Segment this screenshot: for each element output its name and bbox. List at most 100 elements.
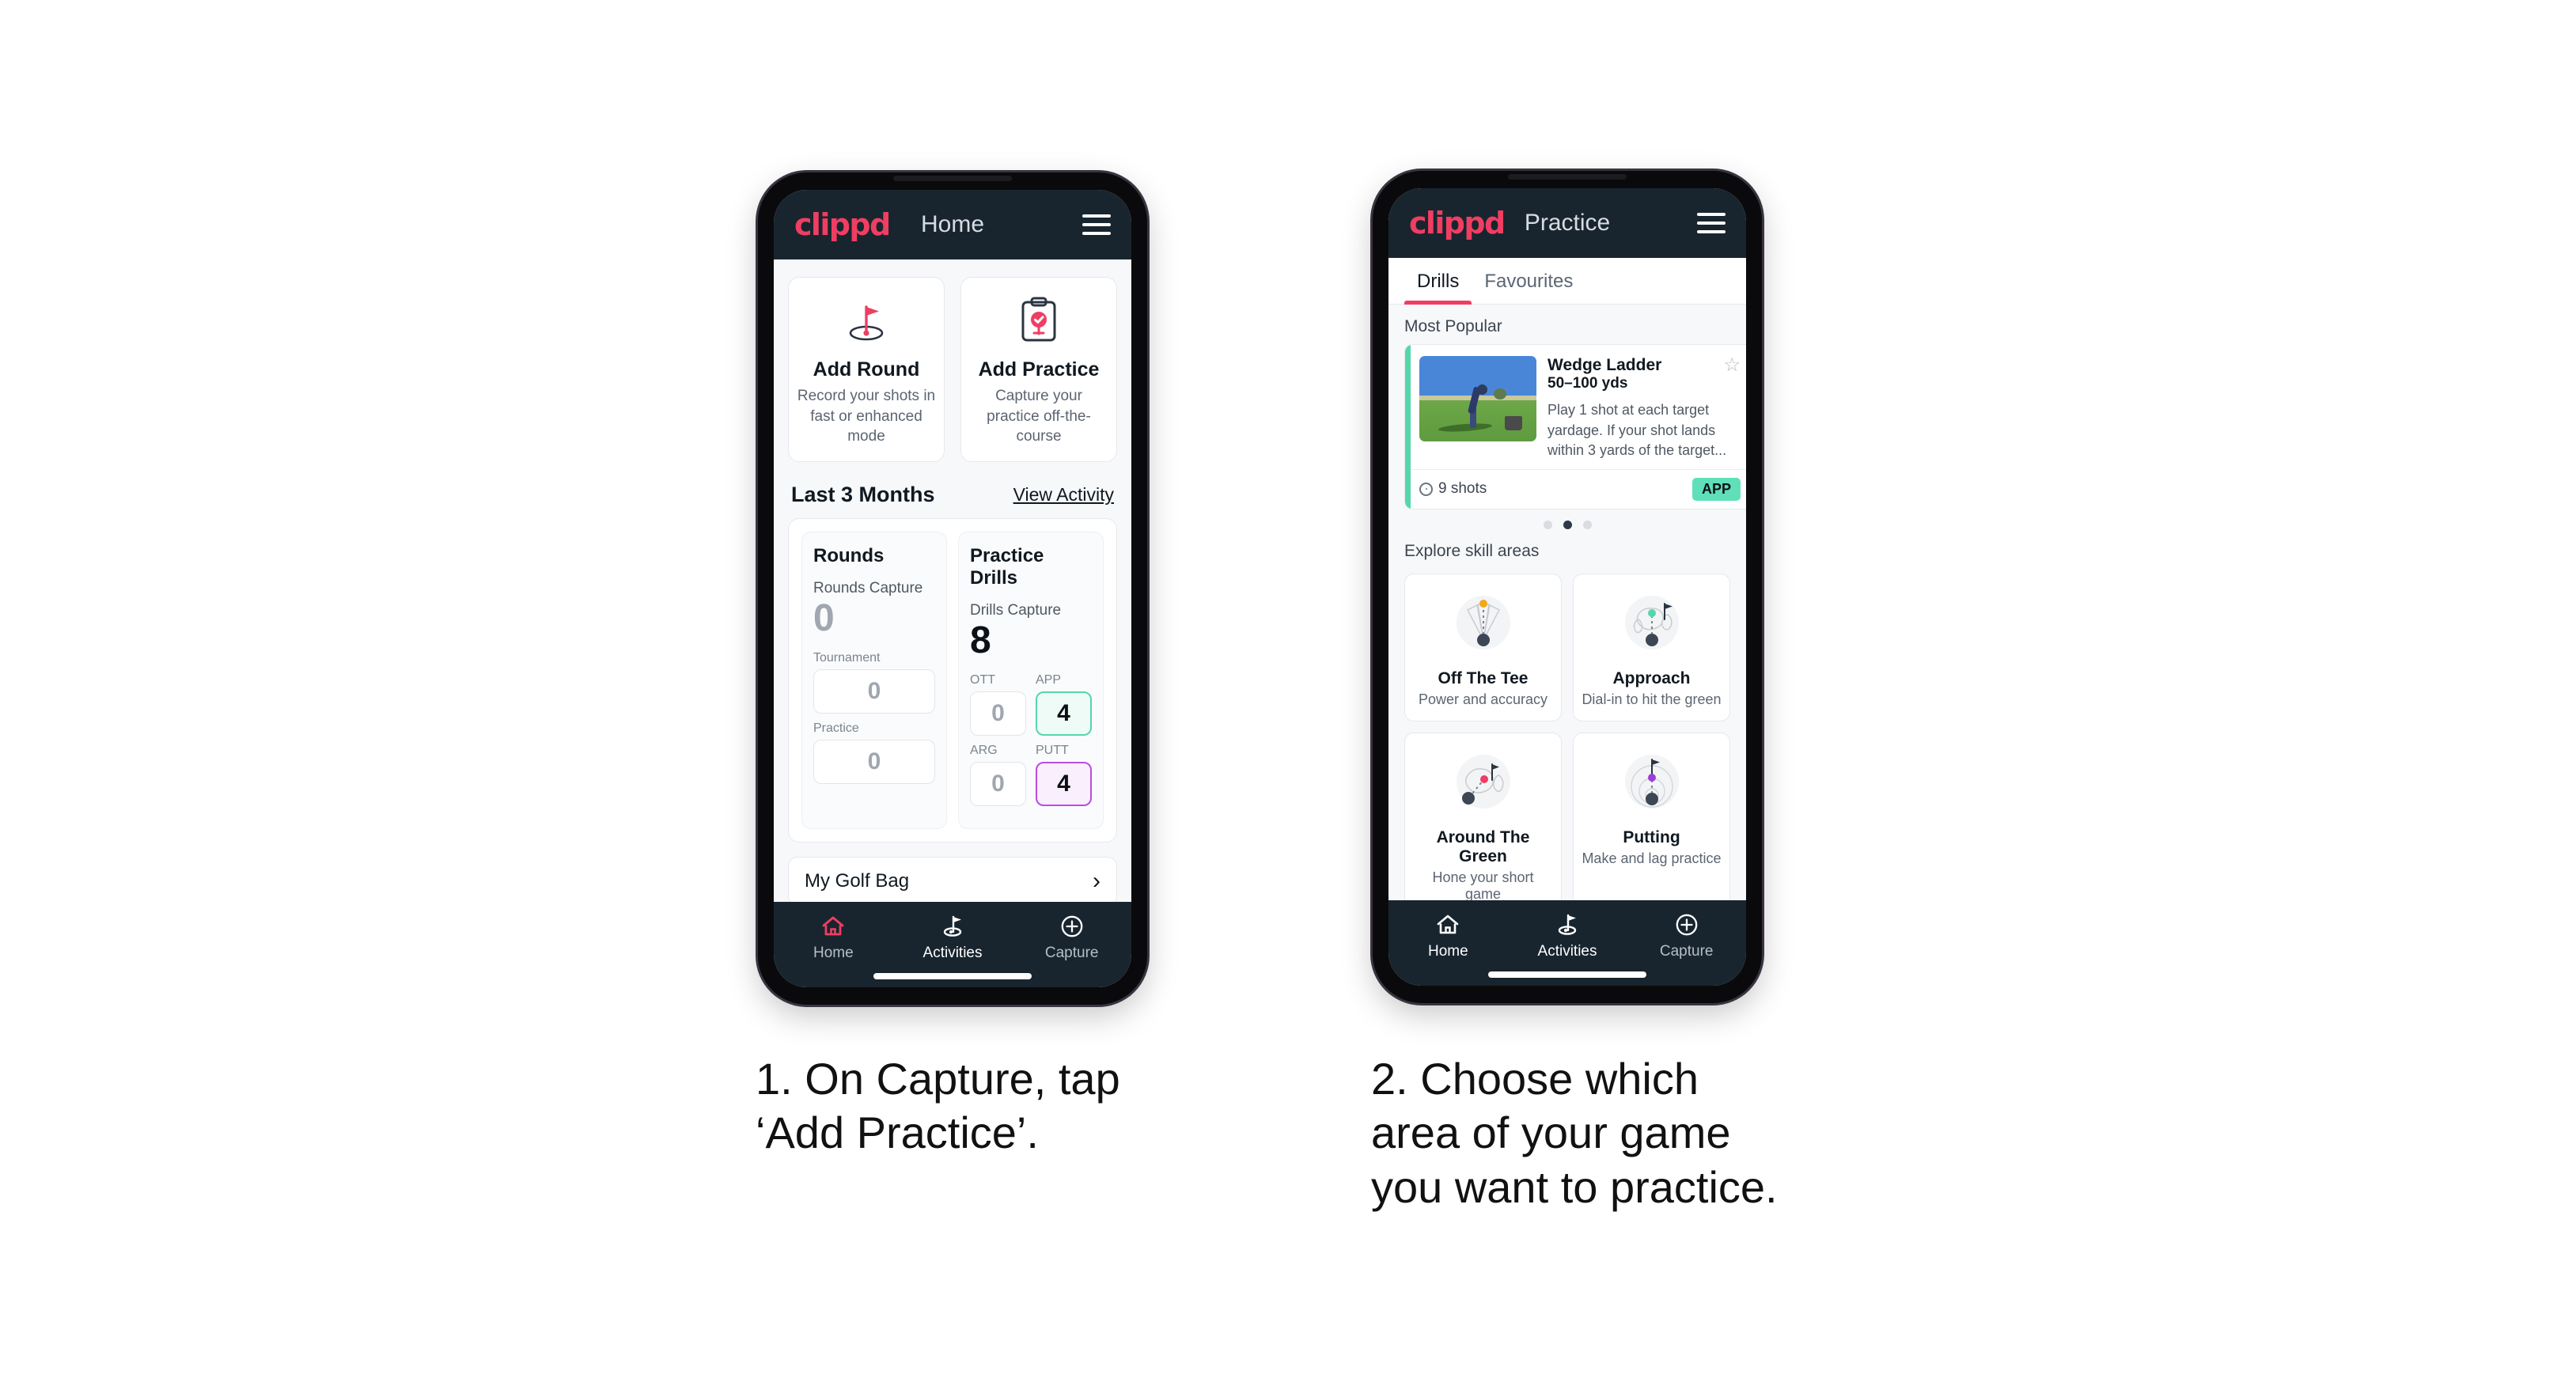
ott-value-box[interactable]: 0 bbox=[970, 691, 1026, 737]
tab-favourites[interactable]: Favourites bbox=[1472, 258, 1585, 304]
bottom-nav: Home Activities Capture bbox=[1388, 900, 1746, 986]
plus-circle-icon bbox=[1627, 911, 1746, 938]
drills-capture-value: 8 bbox=[970, 619, 991, 661]
drills-stat-column: Practice Drills Drills Capture 8 OTT 0 A… bbox=[958, 531, 1104, 830]
practice-scroll-area: Most Popular Wedge Ladder 50–100 yds ☆ P… bbox=[1388, 305, 1746, 900]
hamburger-icon[interactable] bbox=[1697, 213, 1726, 233]
rounds-mini-grid: Tournament 0 Practice 0 bbox=[813, 651, 935, 792]
most-popular-label: Most Popular bbox=[1404, 317, 1502, 335]
app-header: clippd Practice bbox=[1388, 188, 1746, 258]
nav-label-activities: Activities bbox=[1537, 943, 1597, 960]
drill-card-wedge-ladder[interactable]: Wedge Ladder 50–100 yds ☆ Play 1 shot at… bbox=[1404, 344, 1746, 509]
explore-skill-areas-label: Explore skill areas bbox=[1404, 541, 1540, 560]
drill-shots-count: 9 shots bbox=[1438, 480, 1487, 498]
home-icon bbox=[1388, 911, 1508, 938]
golf-flag-hole-icon bbox=[797, 293, 936, 349]
clippd-logo[interactable]: clippd bbox=[794, 207, 891, 242]
tab-drills[interactable]: Drills bbox=[1404, 258, 1472, 305]
app-header: clippd Home bbox=[774, 190, 1131, 259]
add-round-title: Add Round bbox=[813, 358, 920, 381]
putt-label: PUTT bbox=[1036, 744, 1069, 758]
drill-category-badge: APP bbox=[1691, 477, 1741, 501]
home-scroll-area: Add Round Record your shots in fast or e… bbox=[774, 259, 1131, 902]
tournament-label: Tournament bbox=[813, 651, 881, 665]
drill-name: Wedge Ladder bbox=[1547, 356, 1662, 374]
skill-title: Putting bbox=[1623, 827, 1680, 846]
add-practice-card[interactable]: Add Practice Capture your practice off-t… bbox=[960, 277, 1117, 462]
skill-subtitle: Make and lag practice bbox=[1582, 850, 1722, 866]
phone2-screen: clippd Practice Drills Favourites Most P… bbox=[1388, 188, 1746, 986]
my-golf-bag-row[interactable]: My Golf Bag › bbox=[788, 857, 1117, 902]
rounds-capture-label: Rounds Capture bbox=[813, 579, 923, 596]
practice-value-box[interactable]: 0 bbox=[813, 740, 935, 785]
putt-value-box[interactable]: 4 bbox=[1036, 762, 1092, 807]
skill-title: Off The Tee bbox=[1438, 668, 1529, 687]
add-practice-subtitle: Capture your practice off-the-course bbox=[987, 388, 1091, 445]
nav-item-activities[interactable]: Activities bbox=[893, 913, 1013, 962]
skill-card-putting[interactable]: Putting Make and lag practice bbox=[1573, 732, 1730, 900]
add-practice-title: Add Practice bbox=[978, 358, 1100, 381]
skill-subtitle: Dial-in to hit the green bbox=[1582, 691, 1722, 707]
rounds-stat-column: Rounds Rounds Capture 0 Tournament 0 Pra… bbox=[801, 531, 947, 830]
skill-subtitle: Hone your short game bbox=[1432, 869, 1534, 900]
skill-subtitle: Power and accuracy bbox=[1418, 691, 1548, 707]
caption-step-1: 1. On Capture, tap ‘Add Practice’. bbox=[756, 1054, 1120, 1158]
skill-areas-grid: Off The Tee Power and accuracy Approach … bbox=[1388, 569, 1746, 900]
view-activity-link[interactable]: View Activity bbox=[1013, 484, 1114, 506]
nav-item-home[interactable]: Home bbox=[1388, 911, 1508, 960]
skill-card-around-the-green[interactable]: Around The Green Hone your short game bbox=[1404, 732, 1562, 900]
drill-meta: Wedge Ladder 50–100 yds ☆ Play 1 shot at… bbox=[1547, 356, 1741, 461]
nav-label-home: Home bbox=[813, 945, 854, 961]
nav-item-home[interactable]: Home bbox=[774, 913, 893, 962]
drill-card-footer: 9 shots APP bbox=[1405, 468, 1746, 509]
arg-value-box[interactable]: 0 bbox=[970, 762, 1026, 807]
star-outline-icon[interactable]: ☆ bbox=[1723, 356, 1741, 375]
carousel-dot[interactable] bbox=[1543, 520, 1552, 529]
drills-mini-col-left: OTT 0 ARG 0 bbox=[970, 673, 1026, 814]
phone-speaker-slit bbox=[893, 176, 1012, 181]
skill-card-approach[interactable]: Approach Dial-in to hit the green bbox=[1573, 573, 1730, 721]
section-title: Last 3 Months bbox=[791, 482, 935, 506]
app-value-box[interactable]: 4 bbox=[1036, 691, 1092, 737]
stats-panel: Rounds Rounds Capture 0 Tournament 0 Pra… bbox=[788, 517, 1117, 843]
caption-step-2: 2. Choose which area of your game you wa… bbox=[1371, 1054, 1778, 1212]
plus-circle-icon bbox=[1012, 913, 1131, 940]
drill-yardage: 50–100 yds bbox=[1547, 375, 1628, 392]
drill-shots-row: 9 shots bbox=[1419, 480, 1487, 498]
off-the-tee-icon bbox=[1413, 587, 1553, 663]
nav-item-activities[interactable]: Activities bbox=[1508, 911, 1627, 960]
clipboard-check-icon bbox=[969, 293, 1108, 349]
drill-carousel[interactable]: Wedge Ladder 50–100 yds ☆ Play 1 shot at… bbox=[1388, 344, 1746, 509]
practice-label: Practice bbox=[813, 721, 859, 736]
hamburger-icon[interactable] bbox=[1082, 214, 1111, 235]
drills-capture-label: Drills Capture bbox=[970, 601, 1062, 619]
rounds-heading: Rounds bbox=[813, 544, 885, 566]
nav-item-capture[interactable]: Capture bbox=[1627, 911, 1746, 960]
drills-mini-grid: OTT 0 ARG 0 APP 4 PUTT 4 bbox=[970, 673, 1092, 814]
drill-card-top: Wedge Ladder 50–100 yds ☆ Play 1 shot at… bbox=[1405, 345, 1746, 469]
add-round-card[interactable]: Add Round Record your shots in fast or e… bbox=[788, 277, 945, 462]
section-header: Last 3 Months View Activity bbox=[774, 462, 1131, 518]
clock-icon bbox=[1419, 482, 1433, 496]
arg-label: ARG bbox=[970, 744, 998, 758]
carousel-dot[interactable] bbox=[1582, 520, 1592, 529]
around-the-green-icon bbox=[1413, 746, 1553, 822]
rounds-capture-value: 0 bbox=[813, 596, 835, 639]
app-label: APP bbox=[1036, 673, 1062, 687]
nav-label-activities: Activities bbox=[922, 945, 983, 961]
add-round-subtitle: Record your shots in fast or enhanced mo… bbox=[797, 388, 936, 445]
phone-mockup-practice: clippd Practice Drills Favourites Most P… bbox=[1373, 171, 1762, 1003]
phone1-screen: clippd Home Add Round Record your shots … bbox=[774, 190, 1131, 987]
home-icon bbox=[774, 913, 893, 940]
nav-item-capture[interactable]: Capture bbox=[1012, 913, 1131, 962]
putting-icon bbox=[1582, 746, 1722, 822]
carousel-dot-active[interactable] bbox=[1563, 520, 1572, 529]
home-indicator-bar bbox=[1488, 971, 1646, 978]
drill-description: Play 1 shot at each target yardage. If y… bbox=[1547, 402, 1727, 459]
tournament-value-box[interactable]: 0 bbox=[813, 669, 935, 714]
skill-card-off-the-tee[interactable]: Off The Tee Power and accuracy bbox=[1404, 573, 1562, 721]
drills-mini-col-right: APP 4 PUTT 4 bbox=[1036, 673, 1092, 814]
quick-action-row: Add Round Record your shots in fast or e… bbox=[774, 259, 1131, 462]
skill-title: Approach bbox=[1612, 668, 1691, 687]
clippd-logo[interactable]: clippd bbox=[1409, 206, 1506, 240]
